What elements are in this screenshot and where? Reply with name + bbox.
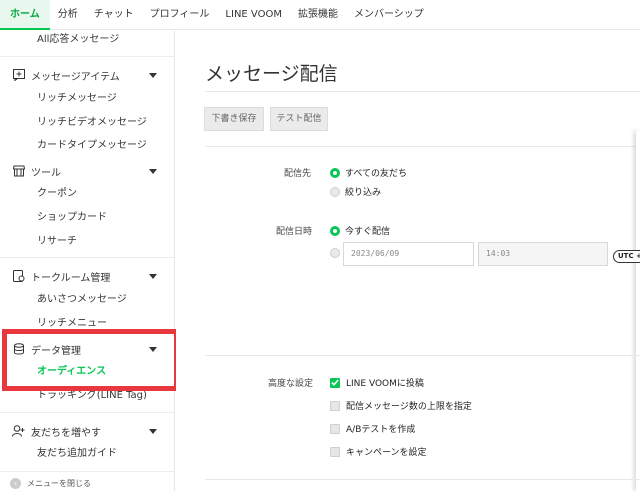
sidebar-item-auto-reply[interactable]: All応答メッセージ: [0, 31, 174, 50]
sidebar-item-rich-video-message[interactable]: リッチビデオメッセージ: [0, 113, 174, 133]
radio-selected[interactable]: [330, 225, 340, 236]
checkmark-icon: [331, 379, 339, 386]
checkbox-label: 配信メッセージ数の上限を指定: [346, 402, 472, 412]
tab-analytics[interactable]: 分析: [50, 0, 86, 30]
radio-unselected[interactable]: [330, 186, 340, 197]
schedule-option-now[interactable]: 今すぐ配信: [330, 224, 390, 237]
checkbox-campaign[interactable]: キャンペーンを設定: [330, 445, 427, 458]
test-send-button[interactable]: テスト配信: [270, 107, 328, 131]
checkbox-unchecked[interactable]: [330, 446, 340, 457]
tab-chat[interactable]: チャット: [86, 0, 142, 30]
sidebar: All応答メッセージ メッセージアイテム リッチメッセージ リッチビデオメッセー…: [0, 31, 175, 491]
collapse-menu-label: メニューを閉じる: [27, 479, 91, 488]
checkbox-ab-test[interactable]: A/Bテストを作成: [330, 422, 415, 435]
advanced-settings-label: 高度な設定: [268, 379, 314, 389]
checkbox-label: キャンペーンを設定: [346, 448, 427, 458]
sidebar-section-label: メッセージアイテム: [31, 71, 120, 83]
side-panel-edge: [636, 131, 640, 491]
sidebar-section-label: 友だちを増やす: [31, 427, 101, 439]
sidebar-item-friend-add-guide[interactable]: 友だち追加ガイド: [0, 444, 174, 464]
checkbox-line-voom[interactable]: LINE VOOMに投稿: [330, 376, 424, 389]
timezone-badge: UTC +9: [613, 250, 640, 263]
divider: [205, 146, 640, 147]
highlight-frame: [2, 329, 179, 391]
recipients-option-all[interactable]: すべての友だち: [330, 166, 407, 179]
sidebar-item-greeting-message[interactable]: あいさつメッセージ: [0, 290, 174, 310]
chevron-down-icon: [149, 167, 157, 175]
store-icon: [12, 165, 25, 178]
checkbox-unchecked[interactable]: [330, 400, 340, 411]
sidebar-item-shop-card[interactable]: ショップカード: [0, 208, 174, 228]
chevron-down-icon: [149, 272, 157, 280]
checkbox-message-limit[interactable]: 配信メッセージ数の上限を指定: [330, 399, 472, 412]
divider: [205, 479, 640, 480]
chat-settings-icon: [12, 270, 25, 283]
checkbox-checked[interactable]: [330, 377, 340, 388]
sidebar-divider: [0, 471, 174, 472]
save-draft-button[interactable]: 下書き保存: [204, 107, 264, 131]
tab-line-voom[interactable]: LINE VOOM: [217, 0, 290, 30]
radio-unselected[interactable]: [330, 248, 340, 258]
date-input[interactable]: 2023/06/09: [343, 242, 474, 266]
option-label: 今すぐ配信: [345, 227, 391, 237]
chevron-down-icon: [149, 427, 157, 435]
main-content: メッセージ配信 下書き保存 テスト配信 配信先 すべての友だち 絞り込み 配信日…: [176, 31, 640, 491]
divider: [205, 355, 640, 356]
sidebar-divider: [0, 257, 174, 258]
top-nav: ホーム 分析 チャット プロフィール LINE VOOM 拡張機能 メンバーシッ…: [0, 0, 640, 30]
chevron-down-icon: [149, 71, 157, 79]
option-label: すべての友だち: [345, 169, 408, 179]
radio-selected[interactable]: [330, 167, 340, 178]
tab-extensions[interactable]: 拡張機能: [290, 0, 346, 30]
collapse-menu-button[interactable]: ‹ メニューを閉じる: [10, 478, 91, 489]
sidebar-section-label: トークルーム管理: [31, 272, 111, 284]
tab-profile[interactable]: プロフィール: [142, 0, 218, 30]
page-title: メッセージ配信: [205, 63, 338, 85]
sidebar-section-message-items[interactable]: メッセージアイテム: [0, 64, 174, 86]
sidebar-section-talk-room[interactable]: トークルーム管理: [0, 265, 174, 287]
message-plus-icon: [12, 69, 25, 82]
sidebar-item-coupon[interactable]: クーポン: [0, 184, 174, 204]
sidebar-divider: [0, 56, 174, 57]
checkbox-label: LINE VOOMに投稿: [346, 379, 424, 389]
sidebar-item-research[interactable]: リサーチ: [0, 232, 174, 252]
tab-membership[interactable]: メンバーシップ: [346, 0, 432, 30]
sidebar-section-tools[interactable]: ツール: [0, 160, 174, 182]
add-friend-icon: [12, 425, 25, 438]
time-input[interactable]: 14:03: [478, 242, 608, 266]
sidebar-item-card-type-message[interactable]: カードタイプメッセージ: [0, 136, 174, 156]
checkbox-unchecked[interactable]: [330, 423, 340, 434]
tab-home[interactable]: ホーム: [0, 0, 50, 30]
sidebar-item-rich-message[interactable]: リッチメッセージ: [0, 89, 174, 109]
sidebar-section-label: ツール: [31, 167, 61, 179]
sidebar-section-add-friends[interactable]: 友だちを増やす: [0, 420, 174, 442]
schedule-label: 配信日時: [276, 227, 313, 237]
chevron-left-icon: ‹: [10, 478, 21, 489]
recipients-option-filter[interactable]: 絞り込み: [330, 185, 381, 198]
checkbox-label: A/Bテストを作成: [346, 425, 416, 435]
divider: [205, 91, 640, 92]
sidebar-divider: [0, 412, 174, 413]
option-label: 絞り込み: [345, 188, 382, 198]
recipients-label: 配信先: [284, 169, 312, 179]
